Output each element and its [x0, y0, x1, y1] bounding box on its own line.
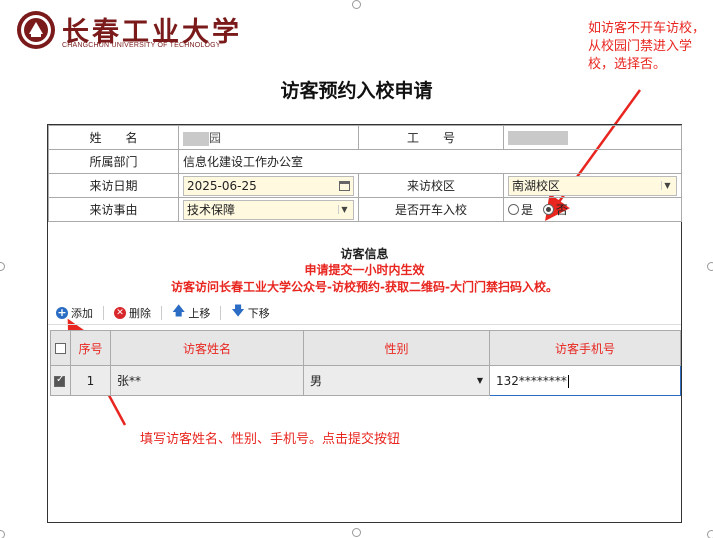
- label-visit-campus: 来访校区: [358, 173, 504, 198]
- select-all-header: [50, 330, 71, 366]
- delete-button[interactable]: ✕ 删除: [114, 305, 151, 321]
- radio-drive-yes[interactable]: 是: [508, 201, 533, 218]
- select-all-checkbox[interactable]: [55, 343, 66, 354]
- add-label: 添加: [71, 306, 93, 320]
- header-phone[interactable]: 访客手机号: [489, 330, 681, 366]
- resize-handle-bottom-left[interactable]: [0, 530, 5, 538]
- visitor-name-cell[interactable]: 张**: [110, 365, 304, 396]
- header-gender[interactable]: 性别: [303, 330, 490, 366]
- radio-yes-label: 是: [521, 203, 534, 217]
- resize-handle-right[interactable]: [707, 262, 713, 271]
- chevron-down-icon[interactable]: ▼: [661, 181, 673, 190]
- table-row[interactable]: 1 张** 男▼ 132********: [50, 365, 681, 396]
- toolbar-divider: [220, 305, 222, 320]
- visit-campus-select[interactable]: 南湖校区 ▼: [508, 175, 677, 196]
- logo-english-name: CHANGCHUN UNIVERSITY OF TECHNOLOGY: [62, 42, 221, 49]
- annotation-car-note: 如访客不开车访校，从校园门禁进入学校，选择否。: [588, 21, 706, 72]
- x-circle-icon: ✕: [114, 306, 126, 319]
- resize-handle-bottom[interactable]: [352, 528, 361, 537]
- arrow-down-icon: 🡇: [231, 303, 245, 319]
- row-date-campus: 来访日期 2025-06-25 来访校区 南湖校区 ▼: [48, 173, 682, 198]
- label-name: 姓 名: [48, 125, 179, 150]
- visit-date-value: 2025-06-25: [187, 178, 257, 193]
- move-up-button[interactable]: 🡅 上移: [172, 302, 210, 324]
- label-drive-in: 是否开车入校: [358, 197, 504, 222]
- calendar-icon[interactable]: [339, 180, 350, 191]
- header-index[interactable]: 序号: [70, 330, 111, 366]
- label-visit-date: 来访日期: [48, 173, 179, 198]
- visit-campus-value: 南湖校区: [512, 179, 561, 193]
- move-down-button[interactable]: 🡇 下移: [231, 302, 269, 324]
- visitor-info-notice: 访客信息 申请提交一小时内生效 访客访问长春工业大学公众号-访校预约-获取二维码…: [48, 245, 681, 297]
- gender-value: 男: [310, 374, 323, 388]
- label-department: 所属部门: [48, 149, 179, 174]
- gender-cell[interactable]: 男 ▼: [303, 365, 490, 396]
- radio-drive-no[interactable]: 否: [542, 201, 568, 218]
- phone-value: 132********: [496, 373, 567, 388]
- notice-effective-time: 申请提交一小时内生效: [304, 263, 425, 277]
- visit-date-input[interactable]: 2025-06-25: [183, 175, 354, 196]
- name-tail: 园: [209, 131, 222, 145]
- row-checkbox[interactable]: [54, 374, 65, 387]
- masked-staff-id: [508, 130, 568, 145]
- visit-reason-value: 技术保障: [187, 203, 236, 217]
- resize-handle-top[interactable]: [352, 0, 361, 9]
- application-form: 姓 名 园 工 号 所属部门 信息化建设工作办公室 来访日期 2025-06-2…: [47, 124, 682, 523]
- text-cursor: [567, 374, 569, 388]
- row-department: 所属部门 信息化建设工作办公室: [48, 149, 682, 174]
- grid-header-row: 序号 访客姓名 性别 访客手机号: [50, 330, 681, 366]
- phone-input-cell[interactable]: 132********: [489, 365, 681, 396]
- chevron-down-icon[interactable]: ▼: [477, 376, 483, 385]
- applicant-info-table: 姓 名 园 工 号 所属部门 信息化建设工作办公室 来访日期 2025-06-2…: [48, 125, 682, 222]
- plus-circle-icon: +: [56, 305, 68, 319]
- delete-label: 删除: [129, 306, 151, 320]
- masked-name: [183, 131, 209, 146]
- resize-handle-bottom-right[interactable]: [707, 530, 713, 538]
- visit-reason-select[interactable]: 技术保障 ▼: [183, 199, 354, 220]
- page-title: 访客预约入校申请: [280, 80, 433, 102]
- resize-handle-left[interactable]: [0, 262, 5, 271]
- value-department: 信息化建设工作办公室: [178, 149, 682, 174]
- visitor-grid: 序号 访客姓名 性别 访客手机号 1 张** 男▼ 132********: [50, 330, 681, 396]
- toolbar-divider: [161, 305, 162, 320]
- move-up-label: 上移: [188, 306, 211, 320]
- radio-dot-yes[interactable]: [508, 204, 519, 215]
- university-logo: 长春工业大学 CHANGCHUN UNIVERSITY OF TECHNOLOG…: [16, 10, 246, 52]
- row-reason-car: 来访事由 技术保障 ▼ 是否开车入校 是 否: [48, 197, 682, 222]
- chevron-down-icon[interactable]: ▼: [338, 205, 350, 214]
- notice-entry-instructions: 访客访问长春工业大学公众号-访校预约-获取二维码-大门门禁扫码入校。: [171, 280, 558, 294]
- header-visitor-name[interactable]: 访客姓名: [110, 330, 304, 366]
- university-seal-icon: [17, 11, 55, 49]
- value-name: 园: [178, 125, 359, 150]
- radio-dot-no[interactable]: [542, 204, 554, 215]
- visitor-info-title: 访客信息: [340, 247, 389, 261]
- add-button[interactable]: + 添加: [56, 305, 93, 321]
- radio-no-label: 否: [555, 203, 568, 217]
- grid-toolbar: + 添加 ✕ 删除 🡅 上移 🡇 下移: [48, 301, 681, 325]
- move-down-label: 下移: [247, 306, 270, 320]
- arrow-up-icon: 🡅: [172, 303, 186, 319]
- value-staff-id: [503, 125, 682, 150]
- row-index: 1: [70, 365, 111, 396]
- toolbar-divider: [103, 305, 104, 320]
- label-visit-reason: 来访事由: [48, 197, 179, 222]
- label-staff-id: 工 号: [358, 125, 504, 150]
- row-name: 姓 名 园 工 号: [48, 125, 682, 150]
